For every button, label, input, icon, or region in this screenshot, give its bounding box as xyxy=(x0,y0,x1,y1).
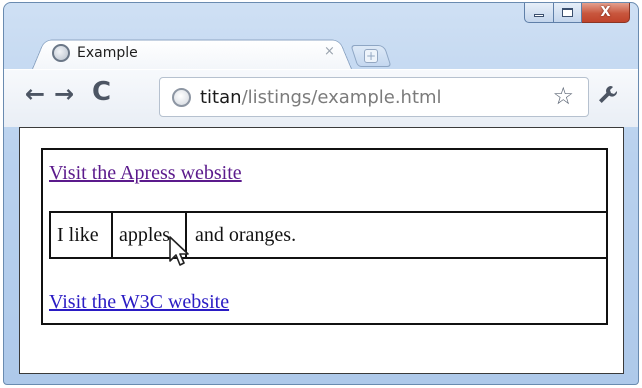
forward-icon[interactable]: → xyxy=(54,82,74,106)
page-info-icon[interactable] xyxy=(172,88,191,107)
globe-icon xyxy=(52,44,70,62)
window-caption-buttons: X xyxy=(524,3,630,23)
minimize-icon xyxy=(534,14,544,17)
text-i-like: I like xyxy=(57,224,99,246)
back-icon[interactable]: ← xyxy=(25,82,45,106)
sentence-box: I like apples and oranges. xyxy=(49,211,608,259)
close-window-button[interactable]: X xyxy=(582,3,630,23)
w3c-link[interactable]: Visit the W3C website xyxy=(49,291,229,314)
mouse-cursor-icon xyxy=(169,236,189,266)
bookmark-star-icon[interactable]: ☆ xyxy=(552,84,574,108)
reload-icon[interactable]: C xyxy=(92,79,111,105)
new-tab-button[interactable]: + xyxy=(350,45,392,67)
content-box: Visit the Apress website I like apples a… xyxy=(41,148,608,325)
toolbar: ← → C titan/listings/example.html ☆ xyxy=(4,69,638,127)
url-path: /listings/example.html xyxy=(241,87,442,108)
url-text[interactable]: titan/listings/example.html xyxy=(200,87,442,109)
close-icon: X xyxy=(600,5,611,20)
minimize-button[interactable] xyxy=(524,3,554,23)
tab-close-icon[interactable]: × xyxy=(324,45,335,58)
text-and-oranges: and oranges. xyxy=(195,224,297,246)
wrench-menu-icon[interactable] xyxy=(596,83,620,112)
url-host: titan xyxy=(200,87,242,108)
wrench-icon xyxy=(599,86,618,103)
address-bar[interactable]: titan/listings/example.html ☆ xyxy=(159,77,589,117)
browser-window: X Example × + ← → C titan/listings/examp… xyxy=(3,2,639,385)
maximize-icon xyxy=(562,8,573,17)
tab-title: Example xyxy=(77,45,138,61)
maximize-button[interactable] xyxy=(554,3,582,23)
page-viewport: Visit the Apress website I like apples a… xyxy=(19,127,624,374)
plus-icon: + xyxy=(364,49,378,63)
tab-example[interactable]: Example × xyxy=(32,37,352,69)
apress-link[interactable]: Visit the Apress website xyxy=(49,162,242,185)
